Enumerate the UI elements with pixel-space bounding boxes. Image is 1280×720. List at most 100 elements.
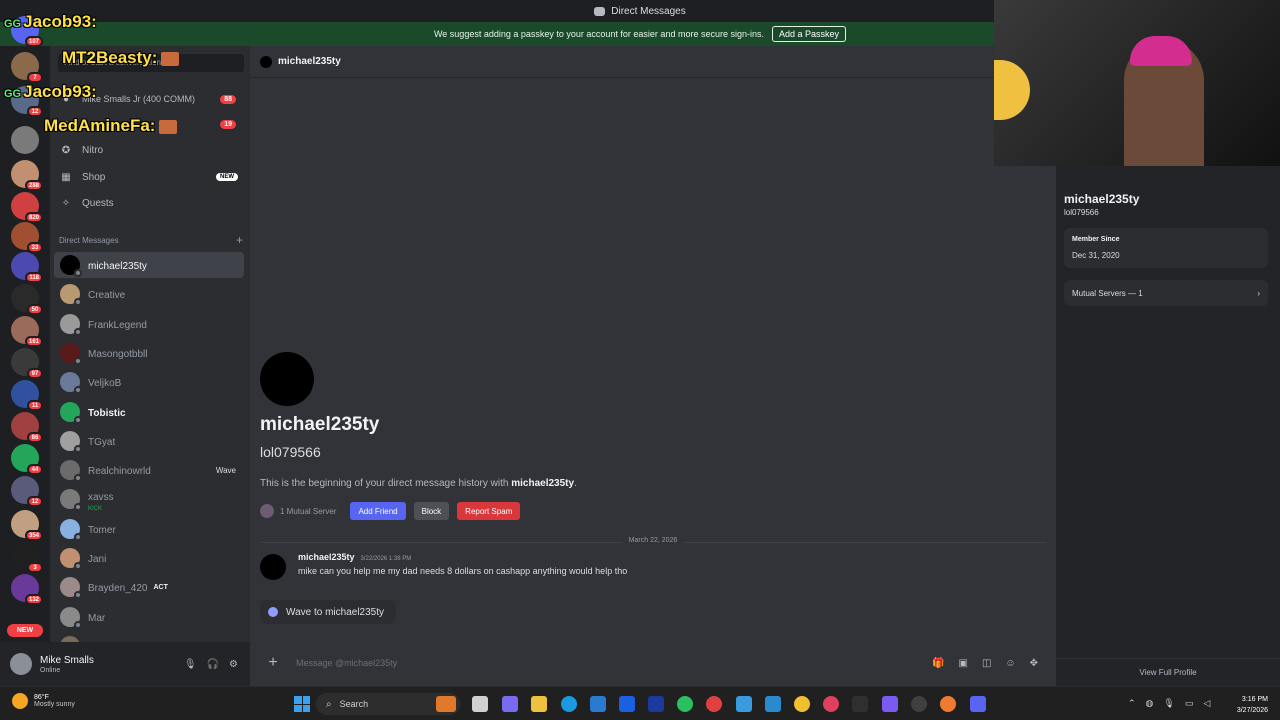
- spotify-icon[interactable]: [677, 696, 693, 712]
- store-icon[interactable]: [590, 696, 606, 712]
- message-time: 3/22/2026 1:38 PM: [360, 556, 412, 562]
- photoshop-icon[interactable]: [648, 696, 664, 712]
- terminal-icon[interactable]: [852, 696, 868, 712]
- mail-icon[interactable]: [736, 696, 752, 712]
- block-button[interactable]: Block: [413, 502, 450, 520]
- dm-item[interactable]: Jani: [54, 545, 244, 571]
- server-icon[interactable]: 12: [11, 86, 43, 117]
- dm-item[interactable]: TGyat: [54, 428, 244, 454]
- dm-item[interactable]: terriblenkerPKER: [54, 633, 244, 642]
- network-icon[interactable]: ◍: [1146, 698, 1154, 709]
- dm-item[interactable]: Creative: [54, 281, 244, 307]
- server-icon[interactable]: 820: [11, 192, 43, 223]
- dm-item[interactable]: Tobistic: [54, 399, 244, 425]
- quests-item[interactable]: ✧ Quests: [54, 192, 244, 214]
- dm-item[interactable]: Realchinowrld Wave: [54, 457, 244, 483]
- new-servers-badge[interactable]: NEW: [7, 624, 43, 637]
- chrome-icon[interactable]: [794, 696, 810, 712]
- server-icon[interactable]: 33: [11, 222, 43, 253]
- apps-icon[interactable]: ✥: [1030, 658, 1038, 669]
- server-icon[interactable]: 86: [11, 412, 43, 443]
- taskbar-clock[interactable]: 3:16 PM 3/27/2026: [1222, 694, 1268, 716]
- intro-text-name: michael235ty: [511, 478, 575, 489]
- microphone-tray-icon[interactable]: 🎙: [1163, 698, 1174, 709]
- dm-item[interactable]: michael235ty: [54, 252, 244, 278]
- chevron-up-icon[interactable]: ⌃: [1128, 698, 1136, 709]
- home-button[interactable]: 107: [11, 16, 43, 47]
- emoji-icon[interactable]: ☺: [1005, 658, 1015, 669]
- weather-banner-icon[interactable]: [436, 696, 456, 712]
- dm-text: Realchinowrld: [88, 461, 151, 479]
- firefox-icon[interactable]: [940, 696, 956, 712]
- server-badge: 3: [27, 562, 43, 573]
- file-explorer-icon[interactable]: [531, 696, 547, 712]
- app-icon[interactable]: [765, 696, 781, 712]
- server-icon[interactable]: 12: [11, 476, 43, 507]
- shop-item[interactable]: ▦ Shop NEW: [54, 166, 244, 188]
- add-passkey-button[interactable]: Add a Passkey: [771, 26, 847, 42]
- find-conversation-input[interactable]: Find or start a conversation: [58, 54, 244, 72]
- dm-item[interactable]: Masongotbbll: [54, 340, 244, 366]
- gif-icon[interactable]: ▣: [958, 658, 967, 669]
- settings-gear-icon[interactable]: ⚙: [229, 659, 238, 670]
- nitro-icon: ✪: [61, 144, 71, 156]
- weather-widget[interactable]: 86°F Mostly sunny: [12, 693, 75, 709]
- server-icon[interactable]: 44: [11, 444, 43, 475]
- server-icon[interactable]: 354: [11, 510, 43, 541]
- app-icon[interactable]: [882, 696, 898, 712]
- copilot-icon[interactable]: [502, 696, 518, 712]
- dm-item[interactable]: Mar: [54, 604, 244, 630]
- server-icon[interactable]: 7: [11, 52, 43, 83]
- message-input[interactable]: [286, 651, 933, 675]
- server-icon[interactable]: 3: [11, 542, 43, 573]
- battery-icon[interactable]: ▭: [1185, 698, 1194, 709]
- wave-button[interactable]: Wave to michael235ty: [260, 600, 397, 624]
- dm-avatar: [60, 402, 82, 424]
- server-icon[interactable]: 118: [11, 252, 43, 283]
- volume-icon[interactable]: ◁: [1203, 698, 1210, 709]
- dm-item[interactable]: Tomer: [54, 516, 244, 542]
- server-icon[interactable]: 11: [11, 380, 43, 411]
- app-icon[interactable]: [823, 696, 839, 712]
- server-icon[interactable]: 288: [11, 160, 43, 191]
- user-status: Online: [40, 666, 61, 674]
- server-icon[interactable]: 97: [11, 348, 43, 379]
- nitro-item[interactable]: ✪ Nitro: [54, 139, 244, 161]
- message-requests-item[interactable]: ● Mike Smalls Jr (400 COMM) 88: [54, 88, 244, 110]
- headphones-icon[interactable]: 🎧: [207, 659, 219, 670]
- windows-start-icon[interactable]: [294, 696, 310, 712]
- friends-item[interactable]: ☺ 19: [54, 113, 244, 135]
- server-icon[interactable]: 132: [11, 574, 43, 605]
- app-window: Direct Messages We suggest adding a pass…: [0, 0, 1280, 720]
- message-author[interactable]: michael235ty: [298, 552, 355, 562]
- server-icon[interactable]: 50: [11, 284, 43, 315]
- dropbox-icon[interactable]: [619, 696, 635, 712]
- mutual-server-link[interactable]: 1 Mutual Server: [260, 504, 336, 518]
- file-icon[interactable]: [472, 696, 488, 712]
- server-icon[interactable]: [11, 126, 39, 154]
- dm-item[interactable]: Brayden_420 ACT: [54, 574, 244, 600]
- edge-icon[interactable]: [561, 696, 577, 712]
- report-spam-button[interactable]: Report Spam: [457, 502, 521, 520]
- add-friend-button[interactable]: Add Friend: [350, 502, 406, 520]
- app-icon[interactable]: [706, 696, 722, 712]
- mutual-servers-row[interactable]: Mutual Servers — 1 ›: [1064, 280, 1268, 306]
- microphone-icon[interactable]: 🎙: [184, 659, 197, 670]
- status-indicator: [74, 386, 82, 394]
- clock-date: 3/27/2026: [1236, 707, 1268, 714]
- create-dm-icon[interactable]: +: [236, 234, 243, 246]
- dm-item[interactable]: xavss KICK: [54, 486, 244, 512]
- server-badge: 354: [24, 530, 43, 541]
- view-full-profile-link[interactable]: View Full Profile: [1056, 658, 1280, 686]
- discord-taskbar-icon[interactable]: [970, 696, 986, 712]
- user-avatar[interactable]: [10, 653, 32, 675]
- dm-wave-button[interactable]: Wave: [216, 466, 236, 475]
- add-attachment-icon[interactable]: +: [260, 654, 286, 672]
- media-player-icon[interactable]: [911, 696, 927, 712]
- server-icon[interactable]: 161: [11, 316, 43, 347]
- message-avatar[interactable]: [260, 554, 286, 580]
- dm-item[interactable]: VeljkoB: [54, 369, 244, 395]
- sticker-icon[interactable]: ◫: [982, 658, 991, 669]
- gift-icon[interactable]: 🎁: [932, 658, 944, 669]
- dm-item[interactable]: FrankLegend: [54, 311, 244, 337]
